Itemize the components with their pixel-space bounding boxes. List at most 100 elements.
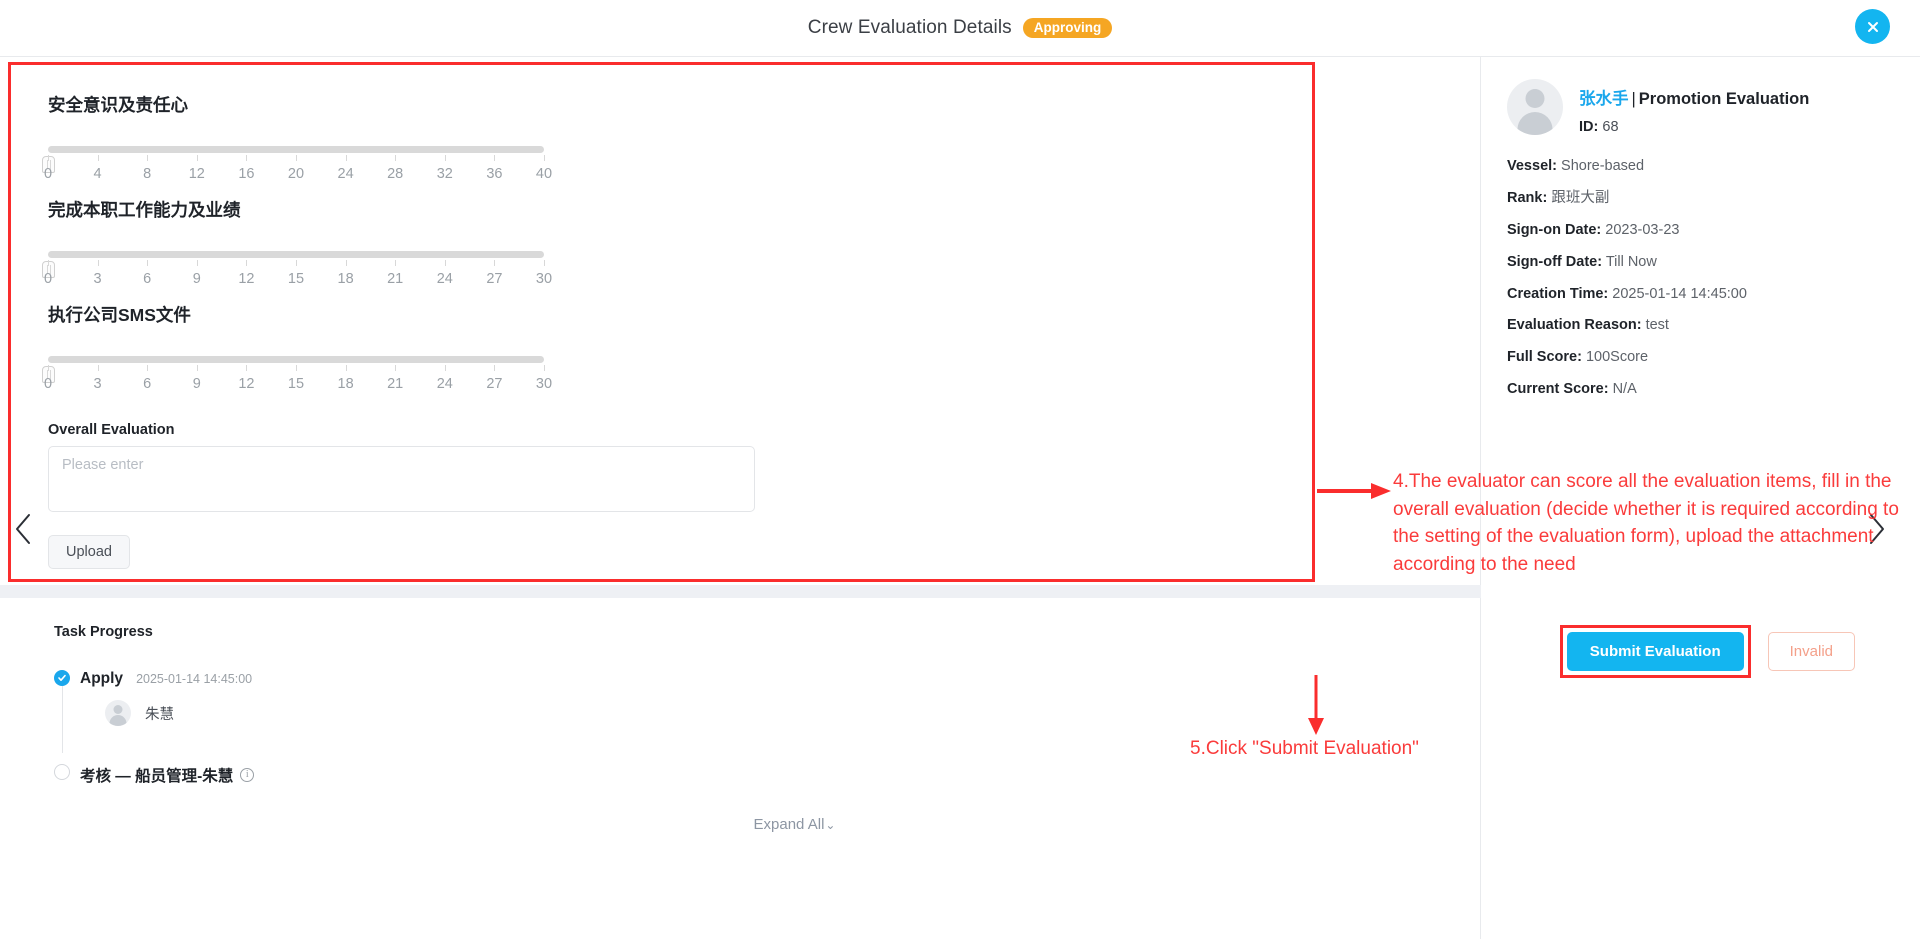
slider-tick-label: 6 bbox=[143, 376, 152, 392]
slider-tick bbox=[296, 260, 297, 266]
slider-tick bbox=[48, 155, 49, 161]
page-title: Crew Evaluation Details bbox=[807, 17, 1012, 38]
crew-name-link[interactable]: 张水手 bbox=[1579, 90, 1629, 108]
annotation-arrow-4 bbox=[1317, 481, 1393, 506]
detail-key: Creation Time: bbox=[1507, 285, 1609, 302]
slider-tick bbox=[345, 260, 347, 266]
detail-key: Full Score: bbox=[1507, 349, 1582, 366]
detail-value: N/A bbox=[1612, 381, 1637, 398]
avatar bbox=[1507, 79, 1563, 135]
slider-tick-label: 32 bbox=[436, 166, 453, 182]
timeline-item-person: 朱慧 bbox=[105, 700, 1480, 726]
slider-tick bbox=[147, 365, 149, 371]
timeline-item-name: 考核 — 船员管理-朱慧 bbox=[80, 768, 234, 785]
slider-tick-label: 40 bbox=[535, 166, 553, 182]
status-badge: Approving bbox=[1022, 17, 1113, 39]
pending-circle-icon bbox=[54, 764, 70, 780]
crew-name-row: 张水手 | Promotion Evaluation bbox=[1579, 85, 1809, 109]
overall-evaluation-input[interactable] bbox=[48, 446, 755, 512]
timeline-item-review: 考核 — 船员管理-朱慧 i bbox=[54, 764, 1480, 786]
timeline-item-header: 考核 — 船员管理-朱慧 i bbox=[80, 764, 1480, 786]
timeline-item-name: Apply bbox=[80, 670, 124, 687]
slider-ticks bbox=[48, 260, 545, 269]
slider-ticks bbox=[48, 365, 545, 374]
info-icon[interactable]: i bbox=[240, 768, 255, 782]
slider-tick-label: 15 bbox=[287, 271, 305, 287]
slider-tick-label: 0 bbox=[43, 271, 53, 287]
expand-all-button[interactable]: Expand All⌄ bbox=[54, 816, 1535, 833]
detail-row: Creation Time: 2025-01-14 14:45:00 bbox=[1507, 286, 1894, 303]
slider-tick-label: 24 bbox=[436, 271, 453, 287]
slider-tick bbox=[196, 155, 198, 161]
annotation-text-4: 4.The evaluator can score all the evalua… bbox=[1393, 471, 1899, 575]
slider-rail[interactable] bbox=[48, 146, 544, 153]
slider-tick-label: 36 bbox=[486, 166, 503, 182]
name-separator: | bbox=[1631, 90, 1636, 108]
slider-tick bbox=[345, 365, 347, 371]
expand-all-label: Expand All bbox=[753, 816, 825, 833]
slider-tick-label: 24 bbox=[436, 376, 453, 392]
content-area: 安全意识及责任心 0 4 8 12 16 20 24 28 32 36 40 完成本职工作能力及业绩 bbox=[0, 57, 1920, 939]
detail-row: Evaluation Reason: test bbox=[1507, 317, 1894, 334]
slider-tick-label: 15 bbox=[287, 376, 305, 392]
detail-value: Shore-based bbox=[1561, 158, 1645, 174]
slider-tick-label: 12 bbox=[188, 166, 205, 182]
slider-tick bbox=[246, 155, 248, 161]
slider-tick-label: 0 bbox=[43, 166, 53, 182]
slider-tick bbox=[544, 155, 545, 161]
highlight-box-submit: Submit Evaluation bbox=[1559, 625, 1751, 678]
detail-row: Sign-off Date: Till Now bbox=[1507, 254, 1894, 271]
header-title-group: Crew Evaluation Details Approving bbox=[808, 17, 1113, 39]
annotation-arrow-5 bbox=[1306, 675, 1326, 742]
score-slider-1[interactable]: 0 3 6 9 12 15 18 21 24 27 30 bbox=[40, 251, 552, 291]
detail-key: Sign-off Date: bbox=[1507, 253, 1603, 270]
slider-tick bbox=[246, 260, 248, 266]
annotation-text-5: 5.Click "Submit Evaluation" bbox=[1190, 738, 1419, 759]
chevron-left-icon bbox=[16, 514, 30, 544]
close-icon[interactable] bbox=[1855, 9, 1890, 44]
slider-tick bbox=[97, 260, 99, 266]
evaluation-field-0: 安全意识及责任心 0 4 8 12 16 20 24 28 32 36 40 bbox=[40, 81, 750, 186]
score-slider-0[interactable]: 0 4 8 12 16 20 24 28 32 36 40 bbox=[40, 146, 552, 186]
slider-tick bbox=[147, 260, 149, 266]
slider-tick-label: 20 bbox=[287, 166, 305, 182]
slider-tick bbox=[395, 260, 397, 266]
slider-tick bbox=[444, 155, 446, 161]
task-progress-section: Task Progress Apply 2025-01-14 14:45:00 bbox=[0, 598, 1480, 833]
slider-tick-label: 18 bbox=[337, 271, 354, 287]
slider-tick-label: 9 bbox=[192, 376, 201, 392]
slider-rail[interactable] bbox=[48, 251, 544, 258]
slider-tick bbox=[395, 155, 397, 161]
prev-record-button[interactable] bbox=[6, 507, 40, 551]
slider-tick bbox=[196, 365, 198, 371]
slider-tick bbox=[494, 365, 496, 371]
crew-header: 张水手 | Promotion Evaluation ID: 68 bbox=[1507, 79, 1894, 135]
slider-tick bbox=[246, 365, 248, 371]
invalid-button[interactable]: Invalid bbox=[1767, 632, 1855, 671]
overall-evaluation-label: Overall Evaluation bbox=[48, 422, 175, 438]
evaluation-form: 安全意识及责任心 0 4 8 12 16 20 24 28 32 36 40 完成本职工作能力及业绩 bbox=[0, 57, 1480, 585]
detail-value: 跟班大副 bbox=[1551, 189, 1610, 206]
detail-row: Vessel: Shore-based bbox=[1507, 158, 1894, 175]
upload-button[interactable]: Upload bbox=[48, 535, 130, 569]
crew-identity: 张水手 | Promotion Evaluation ID: 68 bbox=[1579, 79, 1809, 135]
slider-tick-label: 0 bbox=[43, 376, 53, 392]
evaluation-field-title: 安全意识及责任心 bbox=[48, 95, 188, 115]
timeline-item-header: Apply 2025-01-14 14:45:00 bbox=[80, 670, 1480, 688]
timeline-connector bbox=[61, 686, 63, 753]
detail-value: 100Score bbox=[1585, 349, 1649, 366]
detail-row: Full Score: 100Score bbox=[1507, 349, 1894, 366]
evaluation-field-2: 执行公司SMS文件 0 3 6 9 12 15 18 21 24 27 30 bbox=[40, 291, 750, 396]
slider-tick bbox=[494, 155, 496, 161]
detail-value: 2025-01-14 14:45:00 bbox=[1612, 285, 1747, 302]
submit-evaluation-button[interactable]: Submit Evaluation bbox=[1566, 632, 1744, 671]
detail-value: 2023-03-23 bbox=[1605, 221, 1680, 238]
evaluation-field-1: 完成本职工作能力及业绩 0 3 6 9 12 15 18 21 24 27 30 bbox=[40, 186, 750, 291]
detail-key: Evaluation Reason: bbox=[1507, 317, 1642, 334]
slider-tick-label: 9 bbox=[192, 271, 201, 287]
slider-tick-label: 12 bbox=[238, 271, 255, 287]
crew-detail-list: Vessel: Shore-based Rank: 跟班大副 Sign-on D… bbox=[1507, 158, 1894, 399]
score-slider-2[interactable]: 0 3 6 9 12 15 18 21 24 27 30 bbox=[40, 356, 552, 396]
slider-tick-label: 12 bbox=[238, 376, 255, 392]
slider-rail[interactable] bbox=[48, 356, 544, 363]
